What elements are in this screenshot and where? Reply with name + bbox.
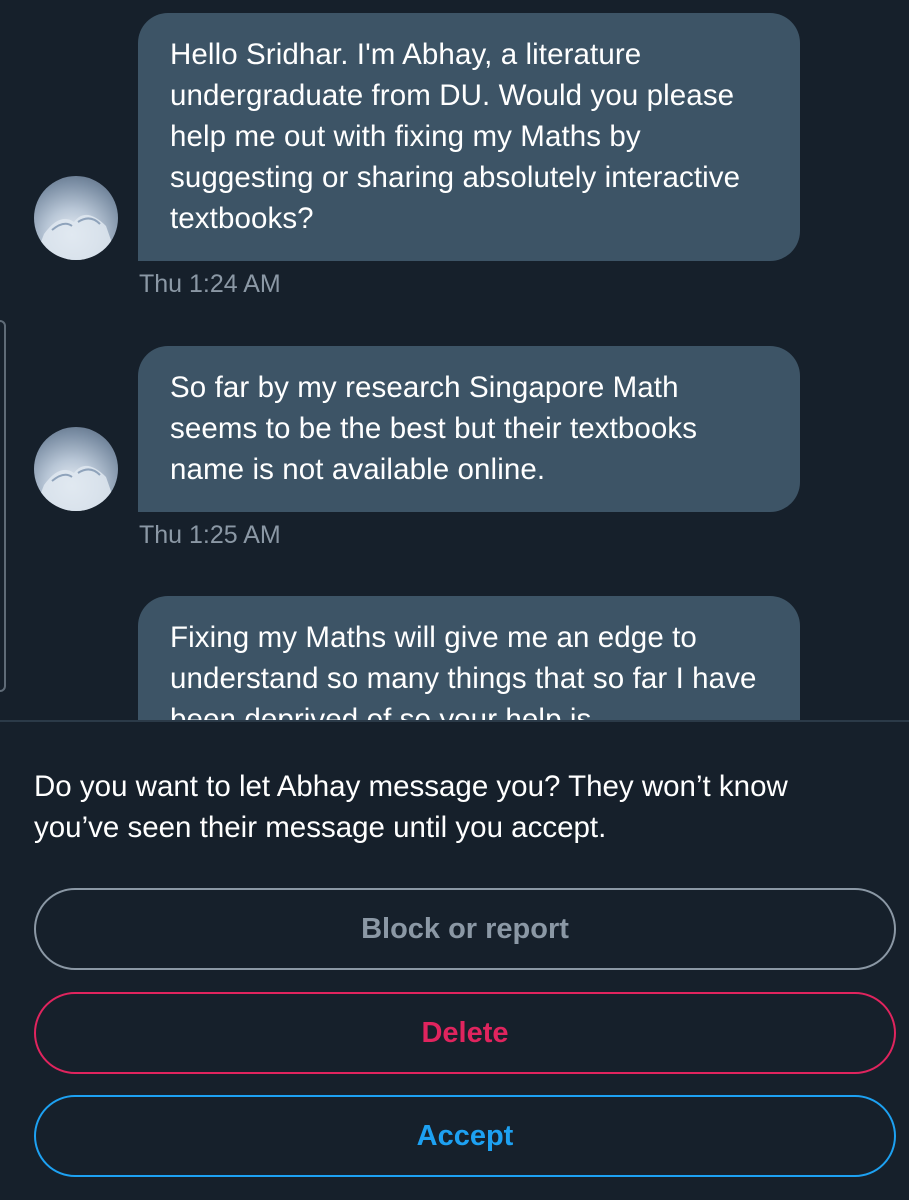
delete-button[interactable]: Delete <box>34 992 896 1074</box>
avatar[interactable] <box>34 176 118 260</box>
message-bubble[interactable]: Fixing my Maths will give me an edge to … <box>138 596 800 722</box>
block-or-report-button[interactable]: Block or report <box>34 888 896 970</box>
message-text: Fixing my Maths will give me an edge to … <box>170 621 757 722</box>
message-text: So far by my research Singapore Math see… <box>170 371 698 486</box>
request-prompt-text: Do you want to let Abhay message you? Th… <box>34 770 788 844</box>
message-text: Hello Sridhar. I'm Abhay, a literature u… <box>170 38 741 235</box>
avatar-image <box>34 465 118 511</box>
dm-request-screen: Hello Sridhar. I'm Abhay, a literature u… <box>0 0 909 1200</box>
message-timestamp: Thu 1:24 AM <box>139 270 281 298</box>
message-timestamp: Thu 1:25 AM <box>139 521 281 549</box>
message-list[interactable]: Hello Sridhar. I'm Abhay, a literature u… <box>0 0 909 722</box>
avatar[interactable] <box>34 427 118 511</box>
message-bubble[interactable]: Hello Sridhar. I'm Abhay, a literature u… <box>138 13 800 261</box>
scrollbar[interactable] <box>0 320 6 692</box>
avatar-image <box>34 214 118 260</box>
message-request-panel: Do you want to let Abhay message you? Th… <box>0 722 909 1200</box>
message-bubble[interactable]: So far by my research Singapore Math see… <box>138 346 800 512</box>
accept-button[interactable]: Accept <box>34 1095 896 1177</box>
